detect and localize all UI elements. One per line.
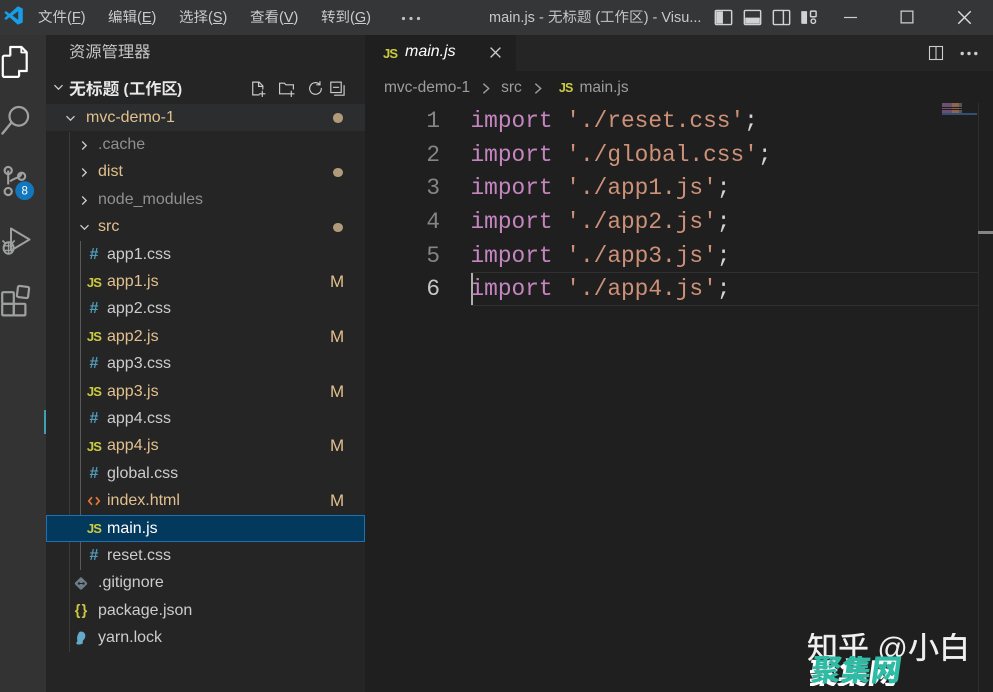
svg-text:8: 8 <box>21 186 27 198</box>
